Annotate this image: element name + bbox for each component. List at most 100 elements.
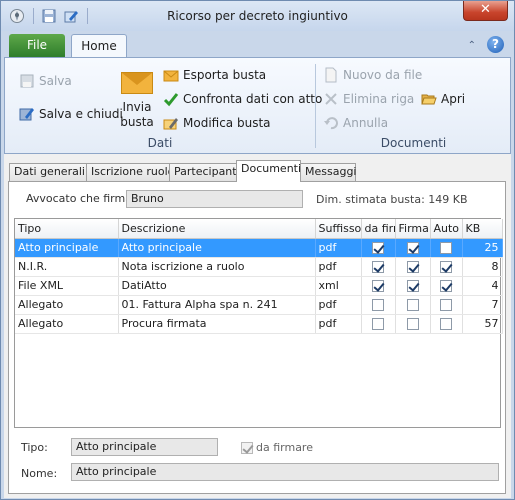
firma-checkbox[interactable] xyxy=(406,261,419,273)
documenti-panel: Avvocato che firma: Bruno Dim. stimata b… xyxy=(8,181,506,494)
grid-header-row: TipoDescrizioneSuffissoda firmFirmaAutoK… xyxy=(15,219,503,239)
confronta-label: Confronta dati con atto xyxy=(183,92,323,106)
cell-descrizione: Atto principale xyxy=(118,238,316,258)
table-row[interactable]: Atto principale Atto principale pdf 25 xyxy=(15,238,503,258)
da-firmare-toggle[interactable]: da firmare xyxy=(241,441,313,454)
file-tab[interactable]: File xyxy=(9,34,65,57)
cell-kb: 57 xyxy=(462,314,503,334)
new-file-icon xyxy=(323,67,339,83)
invia-busta-button[interactable]: Invia busta xyxy=(118,68,156,130)
cell-suffisso: pdf xyxy=(315,295,362,315)
tab-messaggi[interactable]: Messaggi xyxy=(300,163,356,181)
elimina-riga-label: Elimina riga xyxy=(343,92,415,106)
collapse-ribbon-icon[interactable]: ⌃ xyxy=(468,40,476,51)
col-kb-header[interactable]: KB xyxy=(462,219,503,239)
cell-tipo: Atto principale xyxy=(15,238,119,258)
firma-cell xyxy=(395,238,431,258)
help-icon[interactable]: ? xyxy=(487,36,504,53)
modifica-busta-label: Modifica busta xyxy=(183,116,271,130)
table-row[interactable]: Allegato Procura firmata pdf 57 xyxy=(15,314,503,334)
apri-button[interactable]: Apri xyxy=(421,91,465,107)
da-firmare-checkbox[interactable] xyxy=(372,261,384,273)
avvocato-field[interactable]: Bruno xyxy=(126,190,303,208)
firma-checkbox[interactable] xyxy=(406,242,419,254)
elimina-riga-button[interactable]: Elimina riga xyxy=(323,91,414,107)
close-button[interactable]: ✕ xyxy=(463,1,508,21)
auto-checkbox[interactable] xyxy=(440,280,452,292)
auto-cell xyxy=(430,295,463,315)
tab-documenti[interactable]: Documenti xyxy=(236,160,301,182)
home-tab[interactable]: Home xyxy=(71,34,127,58)
save-icon xyxy=(19,73,35,89)
title-bar: Ricorso per decreto ingiuntivo ✕ xyxy=(1,1,514,31)
table-row[interactable]: N.I.R. Nota iscrizione a ruolo pdf 8 xyxy=(15,257,503,277)
confronta-button[interactable]: Confronta dati con atto xyxy=(163,91,322,107)
table-row[interactable]: File XML DatiAtto xml 4 xyxy=(15,276,503,296)
tab-partecipanti[interactable]: Partecipanti xyxy=(169,163,240,181)
table-row[interactable]: Allegato 01. Fattura Alpha spa n. 241 pdf 7 xyxy=(15,295,503,315)
salva-button[interactable]: Salva xyxy=(19,73,72,89)
tipo-label: Tipo: xyxy=(21,441,48,454)
salva-chiudi-label: Salva e chiudi xyxy=(39,107,123,121)
firma-cell xyxy=(395,314,431,334)
window-title: Ricorso per decreto ingiuntivo xyxy=(167,9,348,23)
nuovo-da-file-button[interactable]: Nuovo da file xyxy=(323,67,422,83)
modifica-busta-button[interactable]: Modifica busta xyxy=(163,115,271,131)
cell-suffisso: pdf xyxy=(315,314,362,334)
edit-envelope-icon xyxy=(163,115,179,131)
auto-checkbox[interactable] xyxy=(440,261,452,273)
auto-cell xyxy=(430,257,463,277)
ribbon-tab-row: File Home ⌃ ? xyxy=(1,31,514,58)
salva-label: Salva xyxy=(39,74,72,88)
cell-suffisso: pdf xyxy=(315,238,362,258)
cell-descrizione: Procura firmata xyxy=(118,314,316,334)
col-tipo-header[interactable]: Tipo xyxy=(15,219,119,239)
da-firmare-checkbox[interactable] xyxy=(372,318,384,330)
col-descrizione-header[interactable]: Descrizione xyxy=(118,219,316,239)
nome-field[interactable]: Atto principale xyxy=(71,463,499,481)
annulla-button[interactable]: Annulla xyxy=(323,115,388,131)
firma-checkbox[interactable] xyxy=(406,280,419,292)
checkmark-icon xyxy=(163,91,179,107)
cell-kb: 4 xyxy=(462,276,503,296)
envelope-icon xyxy=(121,72,153,94)
esporta-busta-button[interactable]: Esporta busta xyxy=(163,67,266,83)
da-firmare-cell xyxy=(361,238,396,258)
col-suffisso-header[interactable]: Suffisso xyxy=(315,219,362,239)
cell-kb: 8 xyxy=(462,257,503,277)
cell-descrizione: DatiAtto xyxy=(118,276,316,296)
tab-iscrizione-ruolo[interactable]: Iscrizione ruolo xyxy=(86,163,174,181)
da-firmare-checkbox[interactable] xyxy=(372,242,384,254)
delete-icon xyxy=(323,91,339,107)
salva-chiudi-button[interactable]: Salva e chiudi xyxy=(19,106,123,122)
da-firmare-checkbox[interactable] xyxy=(372,280,384,292)
ribbon: Salva Salva e chiudi Invia busta Esporta… xyxy=(4,57,511,154)
documenti-group-label: Documenti xyxy=(380,136,447,150)
esporta-busta-label: Esporta busta xyxy=(183,68,267,82)
col-auto-header[interactable]: Auto xyxy=(430,219,463,239)
da-firmare-checkbox[interactable] xyxy=(372,299,384,311)
auto-checkbox[interactable] xyxy=(440,242,452,254)
da-firmare-cell xyxy=(361,295,396,315)
tipo-field[interactable]: Atto principale xyxy=(71,438,218,456)
firma-checkbox[interactable] xyxy=(406,299,419,311)
cell-tipo: File XML xyxy=(15,276,119,296)
cell-tipo: N.I.R. xyxy=(15,257,119,277)
da-firmare-cell xyxy=(361,257,396,277)
col-firma-header[interactable]: Firma xyxy=(395,219,431,239)
cell-descrizione: 01. Fattura Alpha spa n. 241 xyxy=(118,295,316,315)
grid-body: Atto principale Atto principale pdf 25 N.I.R… xyxy=(15,238,503,334)
da-firmare-cell xyxy=(361,314,396,334)
col-da-firmare-header[interactable]: da firm xyxy=(361,219,396,239)
auto-checkbox[interactable] xyxy=(440,318,452,330)
nuovo-da-file-label: Nuovo da file xyxy=(343,68,423,82)
document-area: Dati generali Iscrizione ruolo Partecipa… xyxy=(4,154,511,498)
tab-dati-generali[interactable]: Dati generali xyxy=(9,163,87,181)
firma-checkbox[interactable] xyxy=(406,318,419,330)
auto-checkbox[interactable] xyxy=(440,299,452,311)
invia-busta-label: Invia busta xyxy=(120,100,154,129)
cell-descrizione: Nota iscrizione a ruolo xyxy=(118,257,316,277)
da-firmare-cell xyxy=(361,276,396,296)
export-envelope-icon xyxy=(163,67,179,83)
da-firmare-checkbox[interactable] xyxy=(241,441,253,454)
